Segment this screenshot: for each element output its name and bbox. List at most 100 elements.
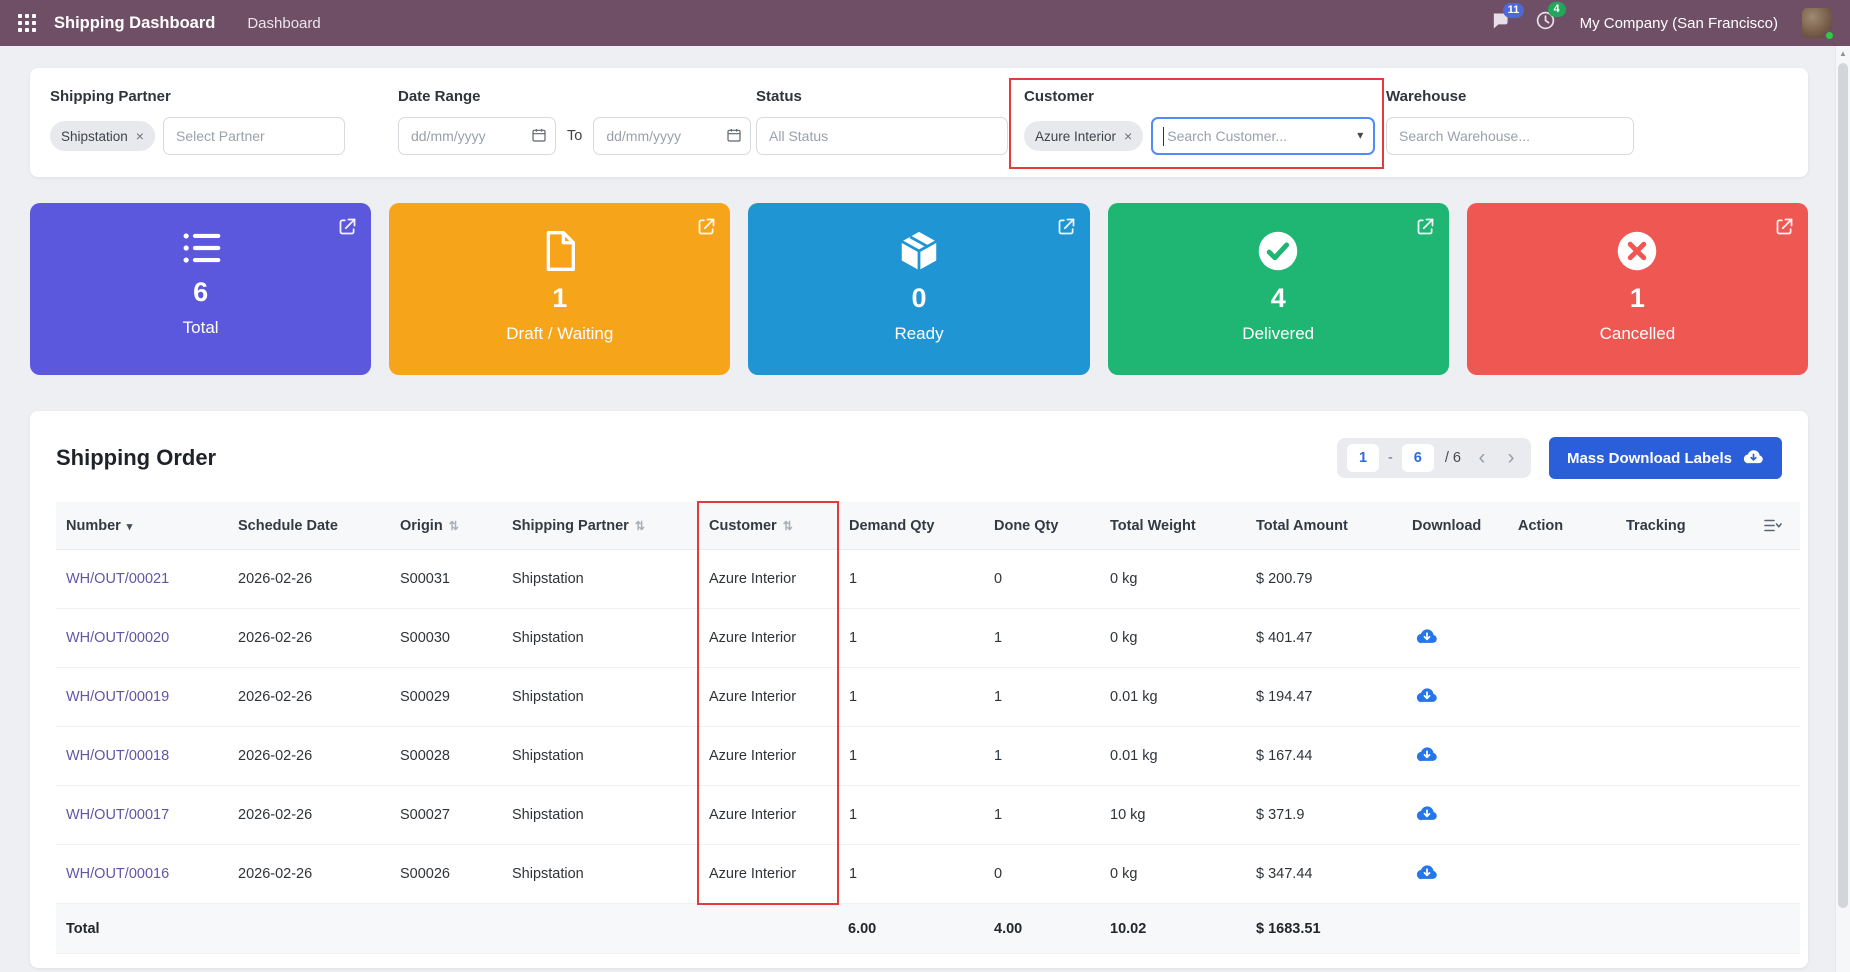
caret-down-icon[interactable]: ▾ (1357, 128, 1363, 142)
orders-panel: Shipping Order 1 - 6 / 6 ‹ › Mass Downlo… (30, 411, 1808, 968)
download-label-icon[interactable] (1416, 685, 1438, 705)
warehouse-search-input[interactable] (1386, 117, 1634, 155)
cell-options (1754, 726, 1800, 786)
external-link-icon[interactable] (696, 216, 717, 242)
column-header-origin[interactable]: Origin ⇅ (390, 502, 502, 550)
apps-menu-icon[interactable] (18, 12, 40, 34)
status-select-input[interactable] (756, 117, 1008, 155)
stat-value: 0 (911, 283, 927, 313)
sort-icon[interactable]: ⇅ (635, 519, 645, 533)
order-number-link[interactable]: WH/OUT/00017 (66, 807, 169, 823)
download-label-icon[interactable] (1416, 744, 1438, 764)
sort-icon[interactable]: ⇅ (783, 519, 793, 533)
remove-tag-icon[interactable]: × (1124, 128, 1132, 144)
column-header-total-weight[interactable]: Total Weight (1100, 502, 1246, 550)
stat-card-draft-waiting[interactable]: 1 Draft / Waiting (389, 203, 731, 375)
nav-dashboard[interactable]: Dashboard (247, 15, 320, 32)
app-title[interactable]: Shipping Dashboard (54, 14, 215, 33)
column-header-action[interactable]: Action (1508, 502, 1616, 550)
company-switcher[interactable]: My Company (San Francisco) (1580, 15, 1778, 32)
date-from-input[interactable] (398, 117, 556, 155)
date-to-input[interactable] (593, 117, 752, 155)
column-label: Demand Qty (849, 517, 935, 534)
cell-download (1402, 726, 1508, 786)
cell-demand-qty: 1 (838, 844, 984, 904)
stat-card-total[interactable]: 6 Total (30, 203, 372, 375)
pagination-end[interactable]: 6 (1401, 444, 1434, 472)
column-header-shipping-partner[interactable]: Shipping Partner ⇅ (502, 502, 698, 550)
column-header-total-amount[interactable]: Total Amount (1246, 502, 1402, 550)
sort-icon[interactable]: ⇅ (449, 519, 459, 533)
external-link-icon[interactable] (1415, 216, 1436, 242)
download-label-icon[interactable] (1416, 803, 1438, 823)
tag-label: Azure Interior (1035, 128, 1117, 144)
external-link-icon[interactable] (1774, 216, 1795, 242)
sort-desc-icon[interactable]: ▾ (127, 521, 133, 533)
column-options-icon[interactable] (1754, 502, 1800, 550)
shipping-order-table: Number ▾ Schedule Date Origin ⇅ Shipping Part… (56, 501, 1800, 954)
messages-button[interactable]: 11 (1490, 2, 1525, 36)
cell-options (1754, 549, 1800, 609)
order-row: WH/OUT/00017 2026-02-26 S00027 Shipstation A… (56, 785, 1800, 845)
cell-download (1402, 608, 1508, 668)
order-number-link[interactable]: WH/OUT/00021 (66, 571, 169, 587)
filter-warehouse: Warehouse (1386, 88, 1788, 155)
scroll-up-icon[interactable]: ▲ (1836, 46, 1850, 62)
column-header-number[interactable]: Number ▾ (56, 502, 228, 550)
filter-tag-azure-interior[interactable]: Azure Interior × (1024, 121, 1144, 151)
filter-label: Customer (1024, 88, 1095, 105)
cell-done-qty: 1 (984, 726, 1100, 786)
column-header-download[interactable]: Download (1402, 502, 1508, 550)
pagination-prev-icon[interactable]: ‹ (1472, 447, 1492, 468)
remove-tag-icon[interactable]: × (136, 128, 144, 144)
cell-total-amount: $ 401.47 (1246, 608, 1402, 668)
scrollbar-thumb[interactable] (1838, 63, 1848, 908)
order-number-link[interactable]: WH/OUT/00019 (66, 689, 169, 705)
cell-schedule-date: 2026-02-26 (228, 785, 390, 845)
stat-label: Cancelled (1599, 324, 1676, 343)
section-title: Shipping Order (56, 445, 217, 470)
topbar-right: 11 4 My Company (San Francisco) (1490, 2, 1835, 41)
pagination-next-icon[interactable]: › (1501, 447, 1521, 468)
stat-card-cancelled[interactable]: 1 Cancelled (1466, 203, 1809, 375)
stat-card-ready[interactable]: 0 Ready (748, 203, 1090, 375)
stat-label: Total (182, 318, 219, 337)
vertical-scrollbar[interactable]: ▲ (1835, 46, 1850, 972)
order-number-link[interactable]: WH/OUT/00018 (66, 748, 169, 764)
totals-cell (502, 903, 698, 954)
cell-origin: S00026 (390, 844, 502, 904)
column-header-customer[interactable]: Customer ⇅ (697, 501, 839, 550)
stats-row: 6 Total 1 Draft / Waiting 0 Ready 4 Deli… (30, 203, 1809, 375)
filter-label: Warehouse (1386, 88, 1467, 105)
totals-cell: 6.00 (838, 903, 984, 954)
stat-value: 1 (552, 283, 568, 313)
order-number-link[interactable]: WH/OUT/00016 (66, 866, 169, 882)
cell-options (1754, 844, 1800, 904)
stat-card-delivered[interactable]: 4 Delivered (1107, 203, 1449, 375)
column-header-tracking[interactable]: Tracking (1616, 502, 1754, 550)
customer-search-combobox[interactable]: ▾ (1151, 117, 1376, 155)
download-label-icon[interactable] (1416, 862, 1438, 882)
external-link-icon[interactable] (337, 216, 358, 242)
download-label-icon[interactable] (1416, 626, 1438, 646)
cell-number: WH/OUT/00017 (56, 785, 228, 845)
customer-search-input[interactable] (1153, 128, 1330, 144)
activities-button[interactable]: 4 (1535, 2, 1566, 36)
cell-tracking (1616, 667, 1754, 727)
cell-customer: Azure Interior (697, 667, 839, 727)
user-avatar[interactable] (1802, 8, 1835, 41)
column-header-schedule-date[interactable]: Schedule Date (228, 502, 390, 550)
cell-done-qty: 1 (984, 608, 1100, 668)
cloud-download-icon (1743, 447, 1764, 470)
external-link-icon[interactable] (1056, 216, 1077, 242)
mass-download-labels-button[interactable]: Mass Download Labels (1548, 437, 1782, 479)
order-number-link[interactable]: WH/OUT/00020 (66, 630, 169, 646)
filter-tag-shipstation[interactable]: Shipstation × (50, 121, 155, 151)
button-label: Mass Download Labels (1566, 449, 1732, 467)
pagination-start[interactable]: 1 (1346, 444, 1379, 472)
totals-cell (228, 903, 390, 954)
column-header-demand-qty[interactable]: Demand Qty (838, 502, 984, 550)
partner-select-input[interactable] (162, 117, 345, 155)
cell-total-weight: 10 kg (1100, 785, 1246, 845)
column-header-done-qty[interactable]: Done Qty (984, 502, 1100, 550)
